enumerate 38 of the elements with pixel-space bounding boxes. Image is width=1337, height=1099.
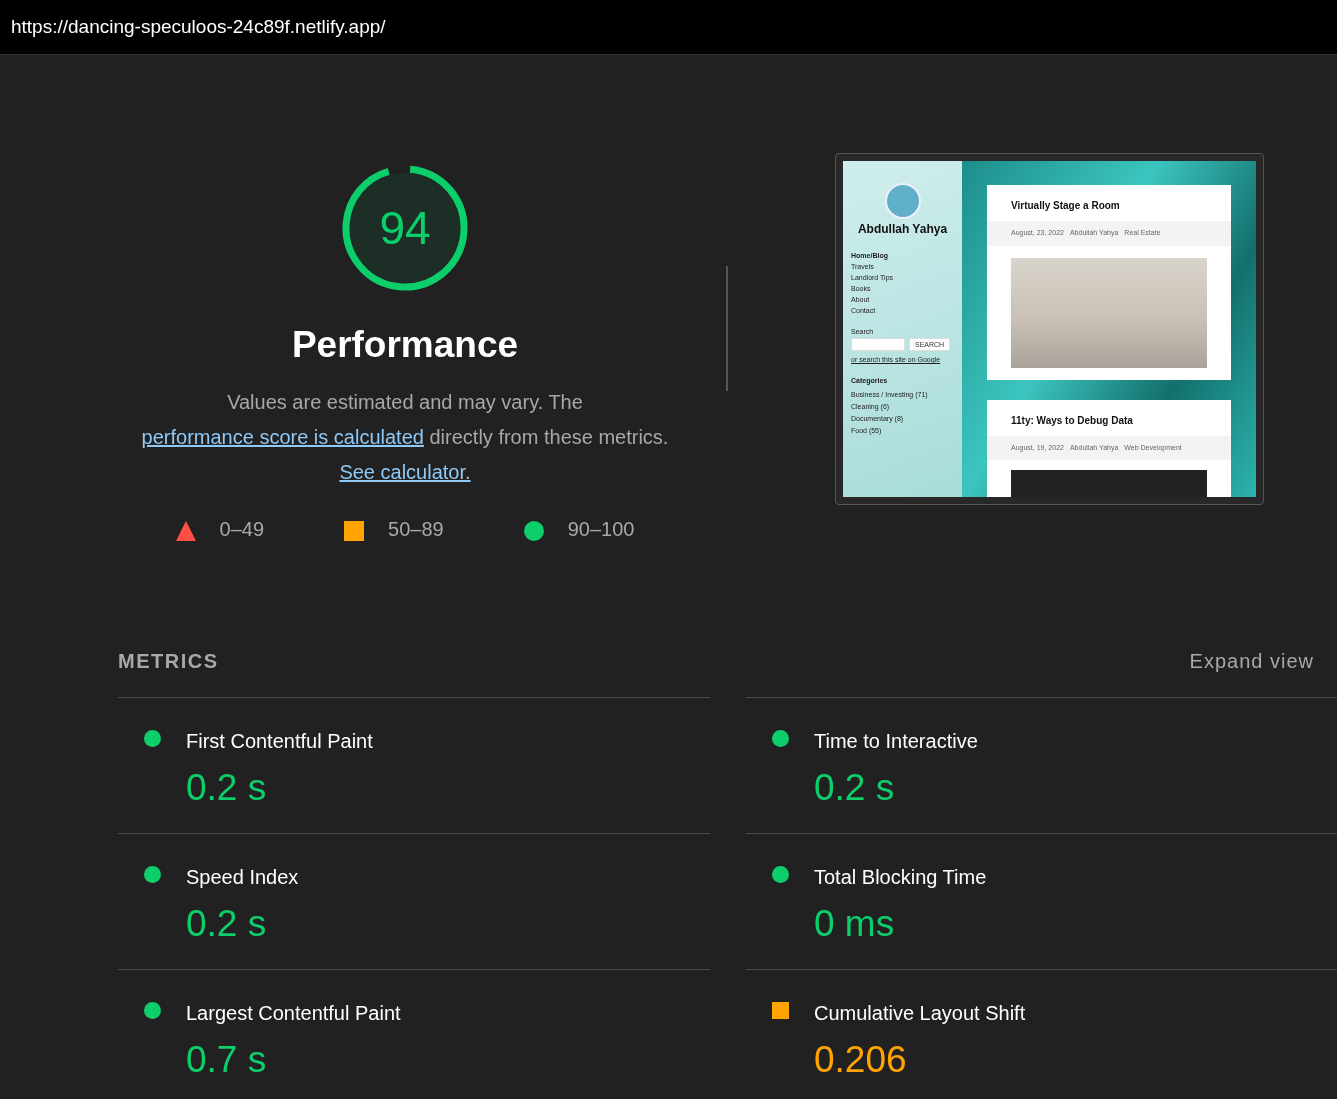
description-text: directly from these metrics. <box>429 425 669 448</box>
circle-icon <box>523 520 544 541</box>
description-text: Values are estimated and may vary. The <box>227 390 583 413</box>
section-title: METRICS <box>118 649 219 674</box>
score-number: 94 <box>379 200 431 256</box>
search-field[interactable] <box>851 338 905 351</box>
range-label: 50–89 <box>388 516 444 542</box>
square-icon <box>344 520 365 541</box>
metric-value: 0.2 s <box>814 768 896 809</box>
triangle-icon <box>175 520 196 541</box>
circle-icon <box>144 1002 161 1019</box>
post-title: Virtually Stage a Room <box>1010 199 1121 213</box>
square-icon <box>772 1002 789 1019</box>
circle-icon <box>144 866 161 883</box>
metric-name: Cumulative Layout Shift <box>814 1001 1026 1026</box>
metric-name: First Contentful Paint <box>186 729 373 754</box>
metric-value: 0.2 s <box>186 768 268 809</box>
range-label: 90–100 <box>567 516 635 542</box>
expand-view-button[interactable]: Expand view <box>1189 646 1337 676</box>
post-title: 11ty: Ways to Debug Data <box>1010 413 1134 428</box>
circle-icon <box>772 730 789 747</box>
link[interactable]: performance score is calculated <box>141 425 424 448</box>
metric-name: Time to Interactive <box>814 729 978 754</box>
circle-icon <box>772 866 789 883</box>
avatar-icon <box>884 183 921 219</box>
range-label: 0–49 <box>219 516 265 542</box>
metric-value: 0.206 <box>814 1040 908 1081</box>
metric-value: 0.2 s <box>186 904 268 945</box>
category-title: Performance <box>291 323 519 367</box>
metric-value: 0 ms <box>814 904 896 945</box>
circle-icon <box>144 730 161 747</box>
metric-value: 0.7 s <box>186 1040 268 1081</box>
link[interactable]: See calculator. <box>339 460 471 483</box>
metric-name: Total Blocking Time <box>814 865 987 890</box>
site-title: Abdullah Yahya <box>856 222 949 237</box>
metric-name: Speed Index <box>186 865 299 890</box>
address-bar-url[interactable]: https://dancing-speculoos-24c89f.netlify.app/ <box>11 12 386 42</box>
metric-name: Largest Contentful Paint <box>186 1001 401 1026</box>
